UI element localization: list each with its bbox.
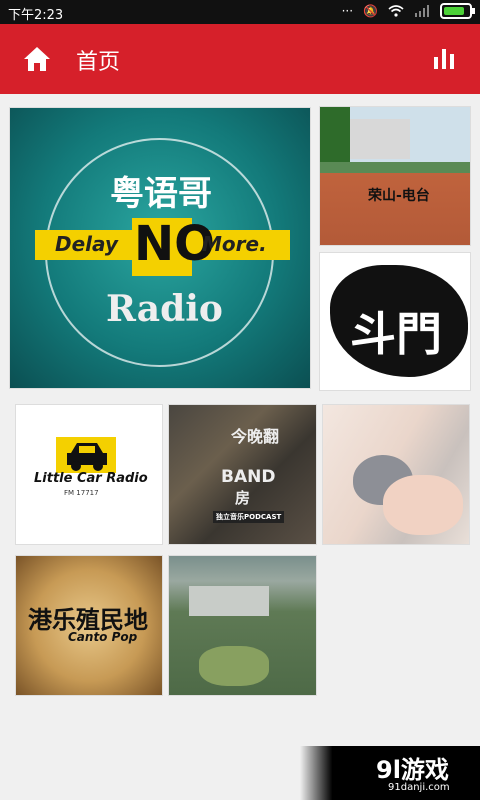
band-line3: 房 bbox=[235, 489, 251, 507]
tile-rongshan-label: 荣山-电台 bbox=[368, 188, 430, 204]
tile-doumen[interactable]: 斗門 bbox=[320, 253, 470, 390]
band-line1: 今晚翻 bbox=[231, 427, 280, 446]
page-title: 首页 bbox=[76, 50, 121, 75]
band-footer: 独立音乐PODCAST bbox=[213, 511, 285, 523]
ad-watermark: 9l游戏 91danji.com bbox=[300, 746, 480, 800]
tile-little-car-fm: FM 17717 bbox=[64, 489, 99, 497]
building bbox=[350, 119, 410, 159]
band-line2: BAND bbox=[221, 467, 276, 487]
tile-rongshan[interactable]: 荣山-电台 bbox=[320, 107, 470, 245]
tile-band-room[interactable]: 今晚翻 BAND 房 独立音乐PODCAST bbox=[169, 405, 316, 544]
banner-delay: Delay bbox=[55, 232, 118, 256]
tile-canto-pop[interactable]: 港乐殖民地 Canto Pop bbox=[16, 556, 162, 695]
tile-radio-label: Radio bbox=[106, 288, 223, 330]
equalizer-icon[interactable] bbox=[432, 49, 456, 69]
tile-title-cn: 粤语哥 bbox=[110, 174, 212, 214]
battery-icon bbox=[440, 3, 475, 19]
dots-icon: ··· bbox=[341, 4, 354, 18]
home-icon[interactable] bbox=[22, 45, 52, 73]
status-icons: ··· 🔕 bbox=[341, 3, 475, 19]
tile-kitten[interactable] bbox=[323, 405, 469, 544]
mute-icon: 🔕 bbox=[363, 4, 378, 18]
tile-campus-aerial[interactable] bbox=[169, 556, 316, 695]
aerial-buildings bbox=[189, 586, 269, 616]
ad-url: 91danji.com bbox=[388, 782, 450, 793]
tree bbox=[320, 107, 350, 162]
app-bar: 首页 bbox=[0, 24, 480, 94]
banner-more: More. bbox=[202, 232, 267, 256]
tile-little-car-label: Little Car Radio bbox=[34, 471, 148, 486]
signal-icon bbox=[415, 5, 429, 17]
canto-line2: Canto Pop bbox=[68, 630, 138, 644]
wifi-icon bbox=[388, 5, 404, 17]
status-bar: 下午2:23 ··· 🔕 bbox=[0, 0, 480, 24]
ad-logo: 9l游戏 bbox=[376, 756, 449, 784]
tile-doumen-label: 斗門 bbox=[350, 307, 442, 361]
status-time: 下午2:23 bbox=[8, 8, 64, 23]
aerial-field bbox=[199, 646, 269, 686]
tile-cantonese-bro[interactable]: 粤语哥 Delay NO More. Radio bbox=[10, 108, 310, 388]
tile-little-car[interactable]: Little Car Radio FM 17717 bbox=[16, 405, 162, 544]
car-icon bbox=[67, 443, 107, 471]
hands bbox=[383, 475, 463, 535]
